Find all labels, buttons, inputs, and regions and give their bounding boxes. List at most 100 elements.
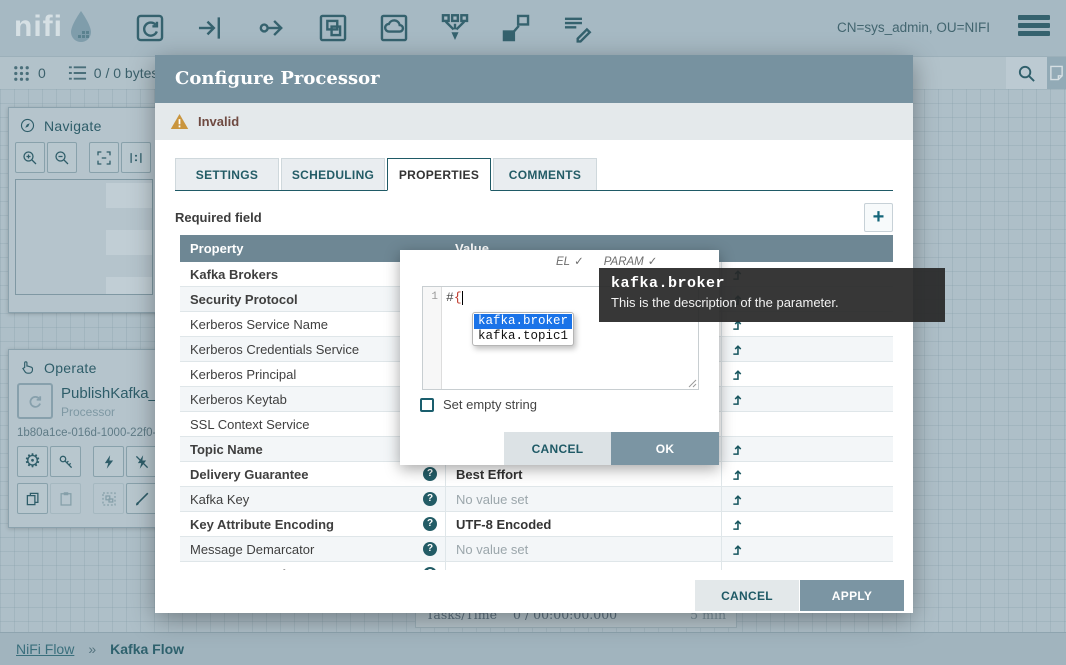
goto-parameter-icon[interactable] bbox=[731, 493, 744, 506]
global-menu-icon[interactable] bbox=[1018, 15, 1050, 39]
property-value-cell[interactable]: No value set bbox=[445, 537, 721, 561]
warning-icon bbox=[170, 113, 189, 130]
text-cursor bbox=[462, 291, 463, 305]
property-actions-cell bbox=[721, 512, 893, 536]
help-icon[interactable]: ? bbox=[423, 567, 437, 570]
property-actions-cell bbox=[721, 562, 893, 570]
parameter-tooltip: kafka.broker This is the description of … bbox=[599, 268, 945, 322]
property-name-cell: Key Attribute Encoding ? bbox=[180, 512, 445, 536]
property-actions-cell bbox=[721, 537, 893, 561]
property-value: UTF-8 Encoded bbox=[456, 517, 551, 532]
input-port-icon[interactable] bbox=[194, 11, 228, 45]
paint-brush-icon bbox=[133, 490, 151, 508]
line-number: 1 bbox=[423, 287, 442, 389]
param-badge: PARAM✓ bbox=[604, 254, 658, 268]
property-row: Delivery Guarantee ? Best Effort bbox=[180, 462, 893, 487]
template-icon[interactable] bbox=[499, 11, 533, 45]
note-icon bbox=[1049, 65, 1064, 81]
paste-button[interactable] bbox=[50, 483, 81, 514]
editor-cancel-button[interactable]: CANCEL bbox=[504, 432, 611, 465]
language-support-badges: EL✓ PARAM✓ bbox=[556, 254, 657, 268]
help-icon[interactable]: ? bbox=[423, 517, 437, 531]
add-property-button[interactable]: + bbox=[864, 203, 893, 232]
goto-parameter-icon[interactable] bbox=[731, 368, 744, 381]
remote-process-group-icon[interactable] bbox=[377, 11, 411, 45]
goto-parameter-icon[interactable] bbox=[731, 343, 744, 356]
birdseye-minimap[interactable] bbox=[15, 179, 153, 295]
zoom-out-icon bbox=[53, 149, 71, 167]
operate-header[interactable]: Operate bbox=[9, 350, 159, 382]
dialog-cancel-button[interactable]: CANCEL bbox=[695, 580, 799, 611]
property-value-cell[interactable]: No value set bbox=[445, 487, 721, 511]
autocomplete-item[interactable]: kafka.broker bbox=[474, 314, 572, 329]
zoom-fit-button[interactable] bbox=[89, 142, 119, 173]
compass-icon bbox=[19, 117, 36, 134]
selected-processor-icon bbox=[17, 383, 53, 419]
dialog-tab[interactable]: SETTINGS bbox=[175, 158, 279, 190]
property-value-cell[interactable]: UTF-8 Encoded bbox=[445, 512, 721, 536]
goto-parameter-icon[interactable] bbox=[731, 518, 744, 531]
configure-button[interactable]: ⚙ bbox=[17, 446, 48, 477]
start-button[interactable] bbox=[93, 446, 124, 477]
dialog-title: Configure Processor bbox=[155, 55, 913, 103]
zoom-actual-button[interactable] bbox=[121, 142, 151, 173]
dialog-tab[interactable]: COMMENTS bbox=[493, 158, 597, 190]
check-icon: ✓ bbox=[574, 256, 584, 268]
access-policies-button[interactable] bbox=[50, 446, 81, 477]
goto-parameter-icon[interactable] bbox=[731, 543, 744, 556]
dialog-tabs: SETTINGS SCHEDULING PROPERTIES COMMENTS bbox=[175, 158, 893, 191]
queued-value: 0 / 0 bytes bbox=[94, 65, 159, 81]
bulletin-button[interactable] bbox=[1047, 57, 1066, 89]
validation-status: Invalid bbox=[198, 114, 239, 129]
zoom-in-button[interactable] bbox=[15, 142, 45, 173]
key-icon bbox=[57, 453, 75, 471]
property-value-cell[interactable]: 1 MB bbox=[445, 562, 721, 570]
search-icon bbox=[1017, 64, 1036, 83]
help-icon[interactable]: ? bbox=[423, 492, 437, 506]
process-group-icon[interactable] bbox=[316, 11, 350, 45]
dialog-tab[interactable]: SCHEDULING bbox=[281, 158, 385, 190]
tab-label: PROPERTIES bbox=[399, 168, 479, 182]
help-icon[interactable]: ? bbox=[423, 467, 437, 481]
label-icon[interactable] bbox=[560, 11, 594, 45]
tooltip-parameter-name: kafka.broker bbox=[611, 275, 933, 292]
autocomplete-item[interactable]: kafka.topic1 bbox=[474, 329, 572, 344]
property-actions-cell bbox=[721, 412, 893, 436]
breadcrumb-separator: » bbox=[88, 641, 96, 657]
selected-component-type: Processor bbox=[61, 405, 115, 419]
el-badge: EL✓ bbox=[556, 254, 584, 268]
selected-component-id[interactable]: 1b80a1ce-016d-1000-22f0- bbox=[17, 427, 159, 439]
component-toolbar bbox=[133, 11, 594, 45]
group-button[interactable] bbox=[93, 483, 124, 514]
search-button[interactable] bbox=[1006, 57, 1047, 89]
dialog-tab[interactable]: PROPERTIES bbox=[387, 158, 491, 191]
start-lightning-icon bbox=[100, 453, 118, 471]
processor-icon[interactable] bbox=[133, 11, 167, 45]
required-field-label: Required field bbox=[175, 210, 262, 225]
zoom-out-button[interactable] bbox=[47, 142, 77, 173]
goto-parameter-icon[interactable] bbox=[731, 568, 744, 571]
dialog-apply-button[interactable]: APPLY bbox=[800, 580, 904, 611]
editor-ok-button[interactable]: OK bbox=[611, 432, 719, 465]
goto-parameter-icon[interactable] bbox=[731, 393, 744, 406]
fill-color-button[interactable] bbox=[126, 483, 157, 514]
threads-icon bbox=[12, 64, 31, 83]
property-row: Key Attribute Encoding ? UTF-8 Encoded bbox=[180, 512, 893, 537]
navigate-header[interactable]: Navigate bbox=[9, 108, 159, 140]
nifi-logo-text: nifi bbox=[14, 8, 63, 46]
stop-button[interactable] bbox=[126, 446, 157, 477]
property-value: No value set bbox=[456, 492, 528, 507]
goto-parameter-icon[interactable] bbox=[731, 443, 744, 456]
property-actions-cell bbox=[721, 387, 893, 411]
goto-parameter-icon[interactable] bbox=[731, 468, 744, 481]
selected-component-name: PublishKafka_0_ bbox=[61, 385, 159, 402]
funnel-icon[interactable] bbox=[438, 11, 472, 45]
set-empty-string-checkbox[interactable] bbox=[420, 398, 434, 412]
breadcrumb-root-link[interactable]: NiFi Flow bbox=[16, 641, 74, 657]
property-actions-cell bbox=[721, 362, 893, 386]
output-port-icon[interactable] bbox=[255, 11, 289, 45]
copy-button[interactable] bbox=[17, 483, 48, 514]
resize-grip-icon[interactable] bbox=[687, 378, 697, 388]
help-icon[interactable]: ? bbox=[423, 542, 437, 556]
property-value-cell[interactable]: Best Effort bbox=[445, 462, 721, 486]
